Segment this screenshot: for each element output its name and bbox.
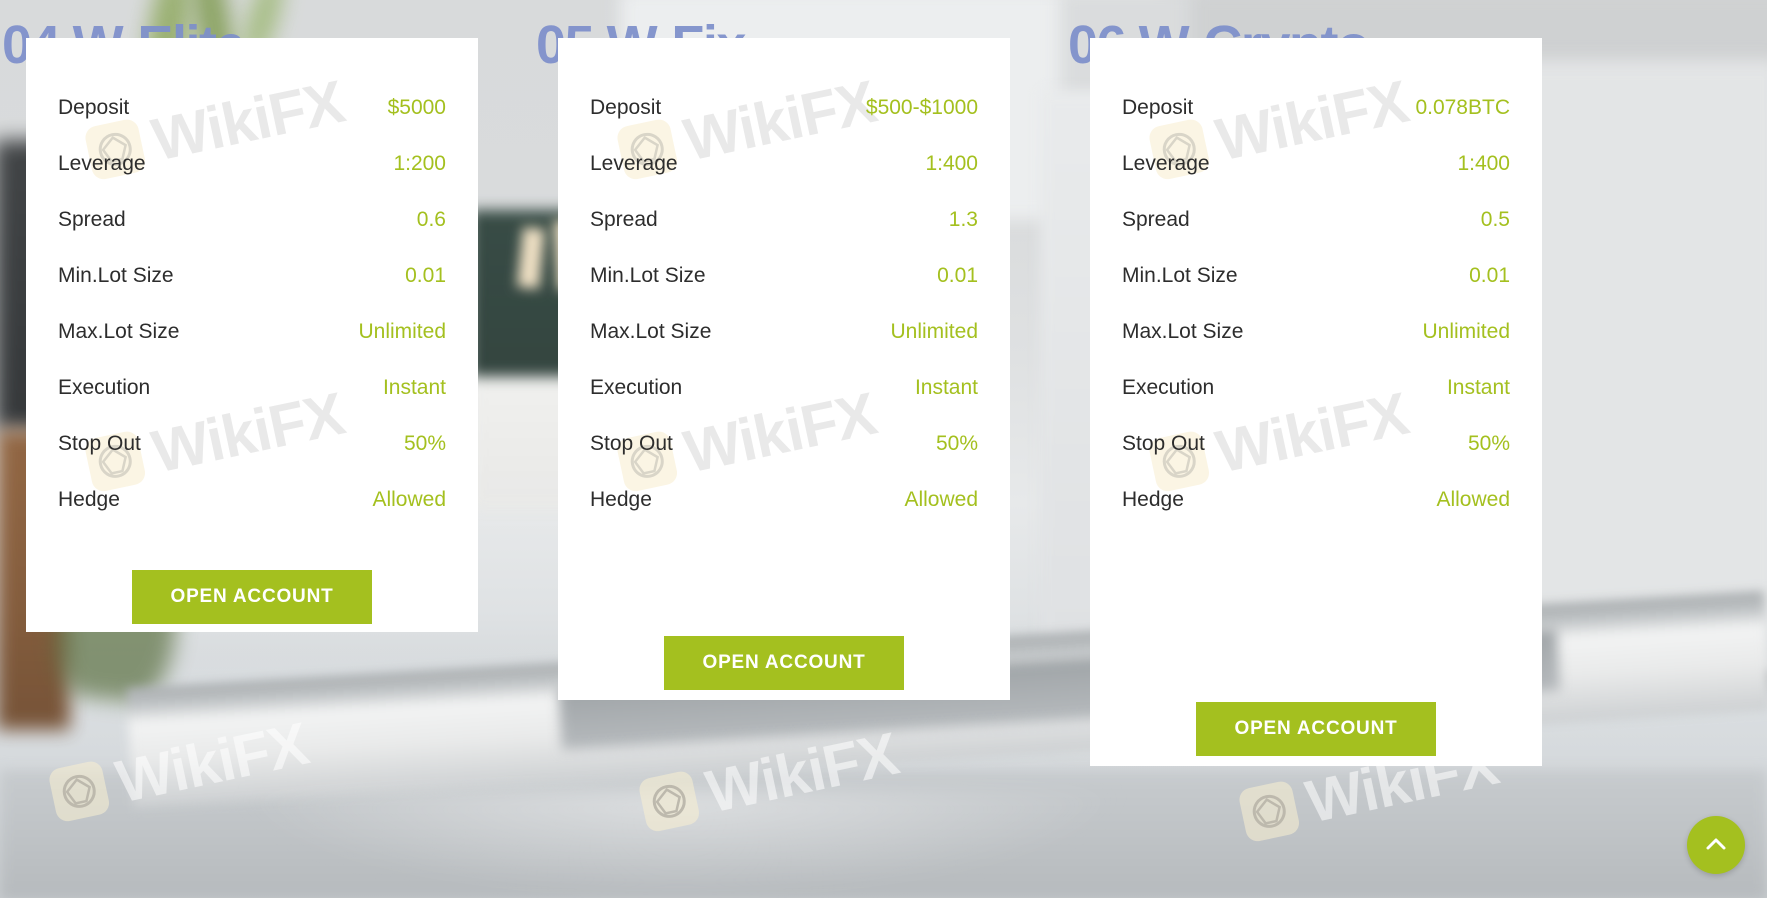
spec-label: Hedge	[58, 488, 120, 511]
spec-label: Deposit	[590, 96, 662, 119]
spec-label: Min.Lot Size	[590, 264, 706, 287]
chevron-up-icon	[1703, 832, 1729, 858]
spec-value: Instant	[1446, 376, 1510, 399]
account-type-card-w-crypto: WikiFX WikiFX Deposit 0.078BTC Leverage …	[1090, 38, 1542, 766]
spec-value: 50%	[403, 432, 446, 455]
table-row: Spread 1.3	[590, 208, 978, 264]
table-row: Hedge Allowed	[1122, 488, 1510, 544]
table-row: Stop Out 50%	[590, 432, 978, 488]
spec-value: 1:200	[393, 152, 446, 175]
open-account-button-w-crypto[interactable]: OPEN ACCOUNT	[1196, 702, 1436, 756]
spec-label: Min.Lot Size	[58, 264, 174, 287]
spec-value: Unlimited	[890, 320, 978, 343]
spec-value: 0.01	[405, 264, 446, 287]
table-row: Stop Out 50%	[1122, 432, 1510, 488]
spec-label: Leverage	[590, 152, 678, 175]
table-row: Leverage 1:200	[58, 152, 446, 208]
table-row: Leverage 1:400	[590, 152, 978, 208]
table-row: Max.Lot Size Unlimited	[58, 320, 446, 376]
spec-value: 1:400	[925, 152, 978, 175]
table-row: Hedge Allowed	[58, 488, 446, 544]
spec-value: 50%	[1467, 432, 1510, 455]
spec-value: Allowed	[1436, 488, 1510, 511]
open-account-button-w-elite[interactable]: OPEN ACCOUNT	[132, 570, 372, 624]
table-row: Min.Lot Size 0.01	[590, 264, 978, 320]
table-row: Deposit $500-$1000	[590, 96, 978, 152]
spec-label: Max.Lot Size	[590, 320, 712, 343]
spec-label: Stop Out	[1122, 432, 1205, 455]
spec-value: 0.01	[937, 264, 978, 287]
table-row: Stop Out 50%	[58, 432, 446, 488]
spec-value: 0.078BTC	[1415, 96, 1510, 119]
table-row: Hedge Allowed	[590, 488, 978, 544]
table-row: Min.Lot Size 0.01	[1122, 264, 1510, 320]
spec-label: Execution	[590, 376, 683, 399]
table-row: Max.Lot Size Unlimited	[590, 320, 978, 376]
spec-value: 1:400	[1457, 152, 1510, 175]
table-row: Execution Instant	[1122, 376, 1510, 432]
spec-value: $5000	[387, 96, 446, 119]
spec-label: Spread	[1122, 208, 1190, 231]
page-root: WikiFX WikiFX WikiFX 04 W-Elite 05 W-Fix…	[0, 0, 1767, 898]
spec-value: Instant	[382, 376, 446, 399]
spec-value: Instant	[914, 376, 978, 399]
cta-container: OPEN ACCOUNT	[590, 636, 978, 690]
table-row: Leverage 1:400	[1122, 152, 1510, 208]
spec-label: Max.Lot Size	[1122, 320, 1244, 343]
account-type-card-w-fix: WikiFX WikiFX Deposit $500-$1000 Leverag…	[558, 38, 1010, 700]
table-row: Min.Lot Size 0.01	[58, 264, 446, 320]
spec-label: Min.Lot Size	[1122, 264, 1238, 287]
cta-container: OPEN ACCOUNT	[1122, 702, 1510, 756]
account-type-card-w-elite: WikiFX WikiFX Deposit $5000 Leverage 1:2…	[26, 38, 478, 632]
spec-label: Spread	[590, 208, 658, 231]
card-content: Deposit $5000 Leverage 1:200 Spread 0.6 …	[26, 38, 478, 624]
background-desk-reflection	[230, 790, 1130, 898]
table-row: Spread 0.5	[1122, 208, 1510, 264]
spec-value: $500-$1000	[865, 96, 978, 119]
cta-container: OPEN ACCOUNT	[58, 570, 446, 624]
table-row: Max.Lot Size Unlimited	[1122, 320, 1510, 376]
spec-label: Execution	[1122, 376, 1215, 399]
spec-label: Deposit	[58, 96, 130, 119]
spec-value: Allowed	[904, 488, 978, 511]
spec-value: 1.3	[948, 208, 978, 231]
table-row: Spread 0.6	[58, 208, 446, 264]
spec-value: 0.5	[1480, 208, 1510, 231]
spec-label: Spread	[58, 208, 126, 231]
spec-value: Allowed	[372, 488, 446, 511]
open-account-button-w-fix[interactable]: OPEN ACCOUNT	[664, 636, 904, 690]
spec-label: Leverage	[1122, 152, 1210, 175]
spec-value: 50%	[935, 432, 978, 455]
card-content: Deposit $500-$1000 Leverage 1:400 Spread…	[558, 38, 1010, 690]
spec-label: Deposit	[1122, 96, 1194, 119]
spec-label: Stop Out	[58, 432, 141, 455]
spec-label: Stop Out	[590, 432, 673, 455]
table-row: Deposit 0.078BTC	[1122, 96, 1510, 152]
spec-label: Leverage	[58, 152, 146, 175]
spec-value: Unlimited	[358, 320, 446, 343]
spec-label: Max.Lot Size	[58, 320, 180, 343]
table-row: Execution Instant	[58, 376, 446, 432]
spec-label: Execution	[58, 376, 151, 399]
scroll-to-top-button[interactable]	[1687, 816, 1745, 874]
spec-value: 0.01	[1469, 264, 1510, 287]
spec-label: Hedge	[590, 488, 652, 511]
table-row: Deposit $5000	[58, 96, 446, 152]
spec-value: Unlimited	[1422, 320, 1510, 343]
card-content: Deposit 0.078BTC Leverage 1:400 Spread 0…	[1090, 38, 1542, 756]
spec-label: Hedge	[1122, 488, 1184, 511]
table-row: Execution Instant	[590, 376, 978, 432]
spec-value: 0.6	[416, 208, 446, 231]
